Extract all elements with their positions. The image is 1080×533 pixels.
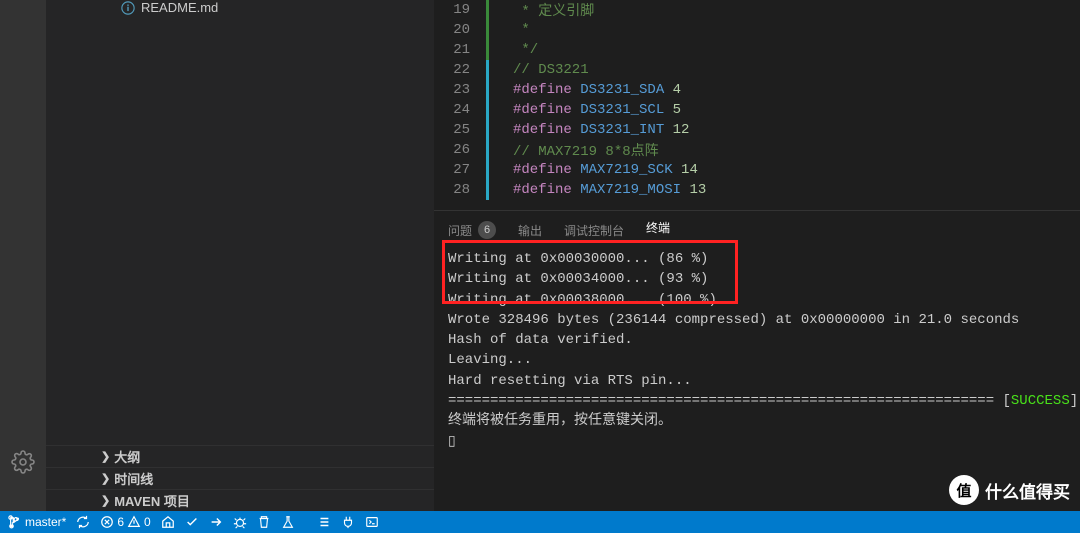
home-icon[interactable]: [161, 515, 175, 529]
list-icon[interactable]: [317, 515, 331, 529]
tab-terminal[interactable]: 终端: [646, 219, 670, 241]
activity-bar: [0, 0, 46, 511]
gear-icon[interactable]: [11, 450, 35, 474]
errors-status[interactable]: 6 0: [100, 515, 150, 529]
outline-section[interactable]: ❯大纲: [46, 445, 434, 467]
explorer-panel: README.md ❯大纲 ❯时间线 ❯MAVEN 项目: [46, 0, 434, 511]
trash-icon[interactable]: [257, 515, 271, 529]
tab-problems[interactable]: 问题6: [448, 221, 496, 239]
file-name: README.md: [141, 0, 218, 15]
check-icon[interactable]: [185, 515, 199, 529]
outline-sections: ❯大纲 ❯时间线 ❯MAVEN 项目: [46, 445, 434, 511]
problems-badge: 6: [478, 221, 496, 239]
bottom-panel: 问题6 输出 调试控制台 终端 Writing at 0x00030000...…: [434, 210, 1080, 511]
tab-debug-console[interactable]: 调试控制台: [564, 222, 624, 239]
panel-tabs: 问题6 输出 调试控制台 终端: [434, 211, 1080, 247]
status-bar: master* 6 0: [0, 511, 1080, 533]
branch-status[interactable]: master*: [8, 515, 66, 529]
file-tree-item[interactable]: README.md: [121, 0, 218, 15]
plug-icon[interactable]: [341, 515, 355, 529]
terminal-output[interactable]: Writing at 0x00030000... (86 %)Writing a…: [434, 247, 1080, 454]
branch-icon: [8, 515, 22, 529]
maven-section[interactable]: ❯MAVEN 项目: [46, 489, 434, 511]
info-icon: [121, 1, 135, 15]
chevron-right-icon: ❯: [101, 472, 110, 485]
watermark-icon: 值: [949, 475, 979, 505]
arrow-right-icon[interactable]: [209, 515, 223, 529]
chevron-right-icon: ❯: [101, 494, 110, 507]
timeline-section[interactable]: ❯时间线: [46, 467, 434, 489]
chevron-right-icon: ❯: [101, 450, 110, 463]
error-icon: [100, 515, 114, 529]
flask-icon[interactable]: [281, 515, 295, 529]
terminal-icon[interactable]: [365, 515, 379, 529]
warning-icon: [127, 515, 141, 529]
tab-output[interactable]: 输出: [518, 222, 542, 239]
sync-button[interactable]: [76, 515, 90, 529]
watermark: 值 什么值得买: [949, 475, 1070, 505]
bug-icon[interactable]: [233, 515, 247, 529]
code-editor[interactable]: 19 * 定义引脚20 *21 */22// DS322123#define D…: [434, 0, 1080, 210]
watermark-text: 什么值得买: [985, 478, 1070, 503]
